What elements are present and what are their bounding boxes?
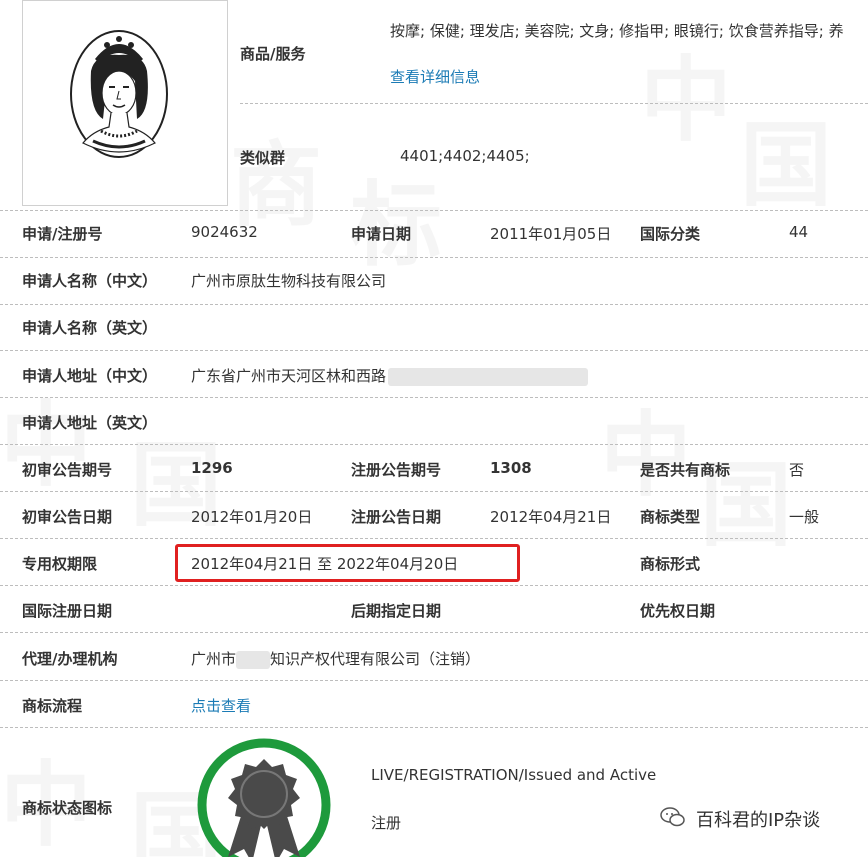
similar-group-label: 类似群 (240, 149, 286, 167)
goods-services-value: 按摩; 保健; 理发店; 美容院; 文身; 修指甲; 眼镜行; 饮食营养指导; … (390, 22, 844, 40)
status-line1: LIVE/REGISTRATION/Issued and Active (371, 766, 657, 784)
divider (0, 538, 868, 539)
agent-label: 代理/办理机构 (22, 650, 118, 668)
prelim-date-value: 2012年01月20日 (191, 508, 313, 526)
wechat-icon (660, 807, 685, 827)
trademark-image (22, 0, 228, 206)
credit-text: 百科君的IP杂谈 (696, 810, 821, 831)
redacted-blur (388, 367, 589, 386)
intl-class-label: 国际分类 (640, 225, 701, 243)
prelim-issue-value: 1296 (191, 459, 233, 477)
prelim-issue-label: 初审公告期号 (22, 461, 113, 479)
tm-type-value: 一般 (789, 508, 820, 526)
exclusive-period-label: 专用权期限 (22, 555, 98, 573)
divider (0, 350, 868, 351)
reg-no-label: 申请/注册号 (22, 225, 103, 243)
watermark-glyph: 中 (640, 55, 732, 147)
divider (0, 304, 868, 305)
divider (0, 632, 868, 633)
process-label: 商标流程 (22, 697, 83, 715)
status-label: 商标状态图标 (22, 799, 113, 817)
similar-group-value: 4401;4402;4405; (400, 147, 530, 165)
agent-suffix: 知识产权代理有限公司（注销） (270, 650, 481, 668)
reg-issue-label: 注册公告期号 (351, 461, 442, 479)
tm-type-label: 商标类型 (640, 508, 701, 526)
divider (0, 585, 868, 586)
agent-value: 广州市 知识产权代理有限公司（注销） (191, 648, 480, 669)
goods-services-label: 商品/服务 (240, 45, 306, 63)
address-cn-value: 广东省广州市天河区林和西路 (191, 365, 589, 386)
divider (0, 727, 868, 728)
address-cn-text: 广东省广州市天河区林和西路 (191, 367, 387, 385)
process-view-link[interactable]: 点击查看 (191, 695, 251, 716)
divider (0, 397, 868, 398)
address-en-label: 申请人地址（英文） (22, 414, 158, 432)
divider (0, 210, 868, 211)
shared-value: 否 (789, 461, 805, 479)
agent-prefix: 广州市 (191, 650, 237, 668)
prelim-date-label: 初审公告日期 (22, 508, 113, 526)
view-details-link[interactable]: 查看详细信息 (390, 66, 480, 87)
divider (0, 444, 868, 445)
divider (0, 680, 868, 681)
watermark-glyph: 中 (600, 410, 692, 502)
reg-no-value: 9024632 (191, 223, 258, 241)
tm-form-label: 商标形式 (640, 555, 701, 573)
divider (0, 257, 868, 258)
applicant-cn-label: 申请人名称（中文） (22, 272, 158, 290)
divider (0, 491, 868, 492)
priority-date-label: 优先权日期 (640, 602, 716, 620)
trademark-detail-page: 中 国 商 标 中 国 中 国 中 国 商品/服务 按摩; 保健; 理发店; 美… (0, 0, 868, 857)
apply-date-value: 2011年01月05日 (490, 225, 612, 243)
queen-portrait-oval (70, 30, 168, 158)
reg-issue-value: 1308 (490, 459, 532, 477)
later-designation-label: 后期指定日期 (351, 602, 442, 620)
intl-reg-date-label: 国际注册日期 (22, 602, 113, 620)
award-rosette-icon (192, 733, 336, 857)
highlight-box (175, 544, 520, 582)
intl-class-value: 44 (789, 223, 809, 241)
apply-date-label: 申请日期 (351, 225, 412, 243)
applicant-en-label: 申请人名称（英文） (22, 319, 158, 337)
reg-date-value: 2012年04月21日 (490, 508, 612, 526)
redacted-blur (236, 650, 271, 669)
shared-label: 是否共有商标 (640, 461, 731, 479)
reg-date-label: 注册公告日期 (351, 508, 442, 526)
watermark-glyph: 国 (740, 120, 832, 212)
applicant-cn-value: 广州市原肽生物科技有限公司 (191, 272, 387, 290)
status-line2: 注册 (371, 814, 402, 832)
divider (240, 103, 868, 104)
address-cn-label: 申请人地址（中文） (22, 367, 158, 385)
